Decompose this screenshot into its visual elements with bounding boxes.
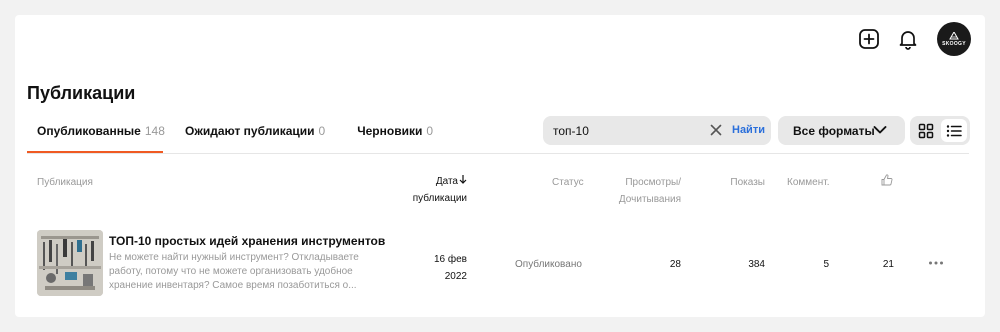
column-header-views-line2: Дочитывания bbox=[618, 194, 681, 205]
format-dropdown[interactable]: Все форматы bbox=[778, 116, 905, 145]
create-button[interactable] bbox=[858, 28, 880, 50]
avatar-text: SKOOGY bbox=[942, 40, 966, 47]
arrow-down-icon bbox=[459, 175, 467, 184]
thumbs-up-icon bbox=[881, 174, 893, 186]
publication-comments: 5 bbox=[823, 259, 829, 270]
publication-date-line1: 16 фев bbox=[433, 254, 467, 265]
column-header-shows: Показы bbox=[730, 177, 765, 188]
tab-label: Ожидают публикации bbox=[185, 124, 315, 138]
publication-status: Опубликовано bbox=[515, 259, 582, 270]
publication-thumbnail[interactable] bbox=[37, 230, 103, 296]
column-header-views: Просмотры/ Дочитывания bbox=[615, 174, 681, 208]
page-title: Публикации bbox=[27, 83, 136, 103]
more-options-icon[interactable] bbox=[928, 260, 944, 266]
column-header-date[interactable]: Дата публикации bbox=[403, 173, 467, 207]
search-input[interactable] bbox=[553, 123, 703, 138]
publication-tabs: Опубликованные 148 Ожидают публикации 0 … bbox=[27, 121, 433, 153]
notifications-button[interactable] bbox=[897, 28, 919, 50]
tab-label: Черновики bbox=[357, 124, 423, 138]
tool-storage-image bbox=[37, 230, 103, 296]
tab-count: 0 bbox=[318, 124, 326, 138]
column-header-views-line1: Просмотры/ bbox=[625, 177, 681, 188]
close-icon[interactable] bbox=[710, 124, 722, 136]
publication-description: Не можете найти нужный инструмент? Откла… bbox=[109, 252, 359, 291]
avatar[interactable]: SKOOGY bbox=[937, 22, 971, 56]
tab-drafts[interactable]: Черновики 0 bbox=[357, 121, 433, 153]
column-header-date-line1: Дата bbox=[435, 176, 458, 187]
publication-title[interactable]: ТОП-10 простых идей хранения инструменто… bbox=[109, 234, 385, 248]
publication-date-line2: 2022 bbox=[444, 271, 467, 282]
list-icon bbox=[946, 124, 962, 137]
publication-likes: 21 bbox=[882, 259, 894, 270]
logo-icon bbox=[949, 31, 959, 39]
tabs-divider bbox=[27, 153, 969, 154]
publication-views: 28 bbox=[669, 259, 681, 270]
grid-view-button[interactable] bbox=[914, 119, 938, 142]
tab-count: 148 bbox=[144, 124, 165, 138]
tab-published[interactable]: Опубликованные 148 bbox=[27, 121, 165, 153]
view-toggle bbox=[910, 116, 970, 145]
search-box: Найти bbox=[543, 116, 771, 145]
plus-square-icon bbox=[859, 29, 879, 49]
list-view-button[interactable] bbox=[941, 119, 967, 142]
column-header-date-line2: публикации bbox=[412, 193, 467, 204]
publications-card: SKOOGY Публикации Опубликованные 148 Ожи… bbox=[15, 15, 985, 317]
publication-shows: 384 bbox=[748, 259, 765, 270]
grid-icon bbox=[918, 123, 934, 138]
tab-scheduled[interactable]: Ожидают публикации 0 bbox=[185, 121, 325, 153]
column-header-publication: Публикация bbox=[37, 177, 93, 188]
format-selected-label: Все форматы bbox=[793, 123, 875, 138]
tab-label: Опубликованные bbox=[37, 124, 141, 138]
bell-icon bbox=[899, 31, 917, 50]
chevron-down-icon bbox=[873, 126, 887, 134]
column-header-comments: Коммент. bbox=[787, 177, 830, 188]
search-button[interactable]: Найти bbox=[732, 124, 765, 136]
column-header-status: Статус bbox=[552, 177, 584, 188]
publication-date: 16 фев 2022 bbox=[419, 251, 467, 285]
tab-count: 0 bbox=[426, 124, 434, 138]
